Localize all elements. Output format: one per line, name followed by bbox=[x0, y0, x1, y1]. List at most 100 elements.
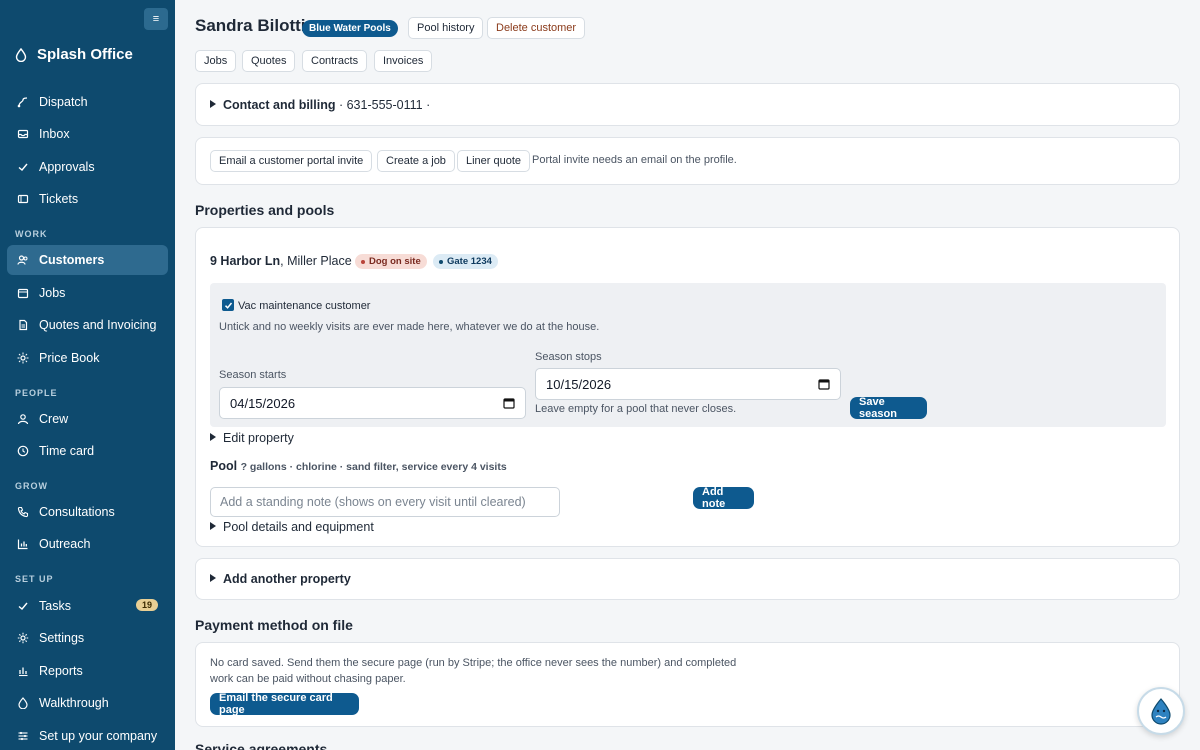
nav-price-book[interactable]: Price Book bbox=[7, 343, 168, 373]
water-drop-icon bbox=[1151, 698, 1171, 725]
section-setup: SET UP bbox=[15, 574, 54, 584]
nav-inbox[interactable]: Inbox bbox=[7, 119, 168, 149]
nav-jobs[interactable]: Jobs bbox=[7, 278, 168, 308]
email-card-page-button[interactable]: Email the secure card page bbox=[210, 692, 359, 716]
check-icon bbox=[18, 602, 28, 610]
sliders-icon bbox=[18, 731, 28, 741]
customer-name: Sandra Bilotti bbox=[195, 16, 306, 35]
chip-dot bbox=[439, 259, 443, 264]
actions-card: Email a customer portal invite Create a … bbox=[195, 137, 1180, 185]
vac-help: Untick and no weekly visits are ever mad… bbox=[219, 321, 600, 333]
calendar-icon[interactable] bbox=[818, 378, 830, 390]
nav-label: Approvals bbox=[39, 160, 95, 174]
season-starts-value: 04/15/2026 bbox=[230, 395, 296, 411]
nav-tickets[interactable]: Tickets bbox=[7, 184, 168, 214]
nav-label: Reports bbox=[39, 664, 83, 678]
nav-tasks[interactable]: Tasks 19 bbox=[7, 591, 168, 621]
payment-card: No card saved. Send them the secure page… bbox=[195, 642, 1180, 727]
nav-setup-company[interactable]: Set up your company bbox=[7, 721, 168, 750]
edit-property-toggle[interactable]: Edit property bbox=[210, 431, 294, 445]
liner-quote-button[interactable]: Liner quote bbox=[457, 150, 531, 172]
add-property-card: Add another property bbox=[195, 558, 1180, 600]
nav-customers[interactable]: Customers bbox=[7, 245, 168, 275]
pool-summary: Pool ? gallons · chlorine · sand filter,… bbox=[210, 459, 507, 473]
nav-label: Tickets bbox=[39, 192, 79, 206]
sun-icon bbox=[17, 352, 29, 364]
nav-label: Tasks bbox=[39, 599, 71, 613]
expand-triangle-icon bbox=[210, 522, 216, 530]
tasks-count-badge: 19 bbox=[135, 599, 158, 611]
nav-crew[interactable]: Crew bbox=[7, 404, 168, 434]
season-stops-input[interactable]: 10/15/2026 bbox=[535, 368, 841, 400]
help-widget-button[interactable] bbox=[1137, 687, 1185, 735]
nav-approvals[interactable]: Approvals bbox=[7, 152, 168, 182]
inbox-icon bbox=[17, 129, 29, 139]
add-property-label: Add another property bbox=[223, 572, 351, 586]
chip-dot bbox=[361, 259, 365, 264]
standing-note-input[interactable]: Add a standing note (shows on every visi… bbox=[210, 487, 560, 517]
ticket-icon bbox=[17, 194, 29, 204]
delete-customer-button[interactable]: Delete customer bbox=[487, 17, 586, 39]
nav-quotes[interactable]: Quotes and Invoicing bbox=[7, 310, 168, 340]
edit-property-label: Edit property bbox=[223, 431, 294, 445]
nav-label: Crew bbox=[39, 412, 69, 426]
nav-label: Time card bbox=[39, 444, 95, 458]
service-agreements-title: Service agreements bbox=[195, 741, 328, 750]
dog-on-site-chip: Dog on site bbox=[355, 254, 427, 269]
vac-label: Vac maintenance customer bbox=[238, 300, 371, 312]
pool-label: Pool bbox=[210, 459, 238, 473]
chip-label: Dog on site bbox=[369, 256, 421, 267]
clock-icon bbox=[17, 445, 29, 457]
payment-text: No card saved. Send them the secure page… bbox=[210, 657, 737, 685]
calendar-icon[interactable] bbox=[503, 397, 515, 409]
nav-reports[interactable]: Reports bbox=[7, 656, 168, 686]
create-job-button[interactable]: Create a job bbox=[377, 150, 455, 172]
section-people: PEOPLE bbox=[15, 388, 58, 398]
reports-icon bbox=[19, 667, 28, 677]
phone-icon bbox=[17, 506, 29, 518]
email-portal-invite-button[interactable]: Email a customer portal invite bbox=[210, 150, 373, 172]
drop-icon bbox=[15, 47, 27, 62]
pool-details: ? gallons · chlorine · sand filter, serv… bbox=[240, 461, 507, 473]
brand: Splash Office bbox=[15, 46, 133, 63]
pool-history-button[interactable]: Pool history bbox=[408, 17, 484, 39]
person-icon bbox=[17, 414, 29, 425]
tab-invoices[interactable]: Invoices bbox=[374, 50, 433, 72]
chip-label: Gate 1234 bbox=[447, 256, 492, 267]
document-icon bbox=[19, 319, 28, 331]
tab-contracts[interactable]: Contracts bbox=[302, 50, 368, 72]
season-starts-input[interactable]: 04/15/2026 bbox=[219, 387, 526, 419]
chart-icon bbox=[17, 539, 28, 550]
pool-equipment-label: Pool details and equipment bbox=[223, 520, 374, 534]
save-season-button[interactable]: Save season bbox=[850, 396, 927, 420]
vac-checkbox[interactable] bbox=[222, 299, 234, 311]
add-property-toggle[interactable]: Add another property bbox=[210, 572, 351, 586]
customers-icon bbox=[17, 255, 28, 265]
tab-jobs[interactable]: Jobs bbox=[195, 50, 237, 72]
add-note-button[interactable]: Add note bbox=[693, 486, 754, 510]
nav-dispatch[interactable]: Dispatch bbox=[7, 87, 168, 117]
contact-billing-card: Contact and billing · 631-555-0111 · bbox=[195, 83, 1180, 126]
nav-consultations[interactable]: Consultations bbox=[7, 497, 168, 527]
pool-equipment-toggle[interactable]: Pool details and equipment bbox=[210, 520, 374, 534]
tab-quotes[interactable]: Quotes bbox=[242, 50, 296, 72]
address-town: , Miller Place bbox=[280, 254, 352, 268]
nav-outreach[interactable]: Outreach bbox=[7, 529, 168, 559]
contact-billing-toggle[interactable]: Contact and billing · 631-555-0111 · bbox=[210, 98, 430, 112]
nav-walkthrough[interactable]: Walkthrough bbox=[7, 688, 168, 718]
section-work: WORK bbox=[15, 229, 48, 239]
nav-label: Customers bbox=[39, 253, 105, 267]
nav-label: Set up your company bbox=[39, 729, 158, 743]
season-stops-help: Leave empty for a pool that never closes… bbox=[535, 403, 737, 415]
expand-triangle-icon bbox=[210, 100, 216, 108]
gear-icon bbox=[17, 632, 29, 644]
nav-settings[interactable]: Settings bbox=[7, 623, 168, 653]
nav-time-card[interactable]: Time card bbox=[7, 436, 168, 466]
menu-icon[interactable]: ≡ bbox=[144, 8, 168, 30]
main-content: Sandra Bilotti Blue Water Pools Pool his… bbox=[195, 0, 1180, 750]
payment-title: Payment method on file bbox=[195, 617, 353, 633]
contact-billing-title: Contact and billing bbox=[223, 98, 336, 112]
property-address: 9 Harbor Ln, Miller Place bbox=[210, 254, 352, 268]
section-grow: GROW bbox=[15, 481, 48, 491]
company-badge: Blue Water Pools bbox=[302, 20, 398, 37]
